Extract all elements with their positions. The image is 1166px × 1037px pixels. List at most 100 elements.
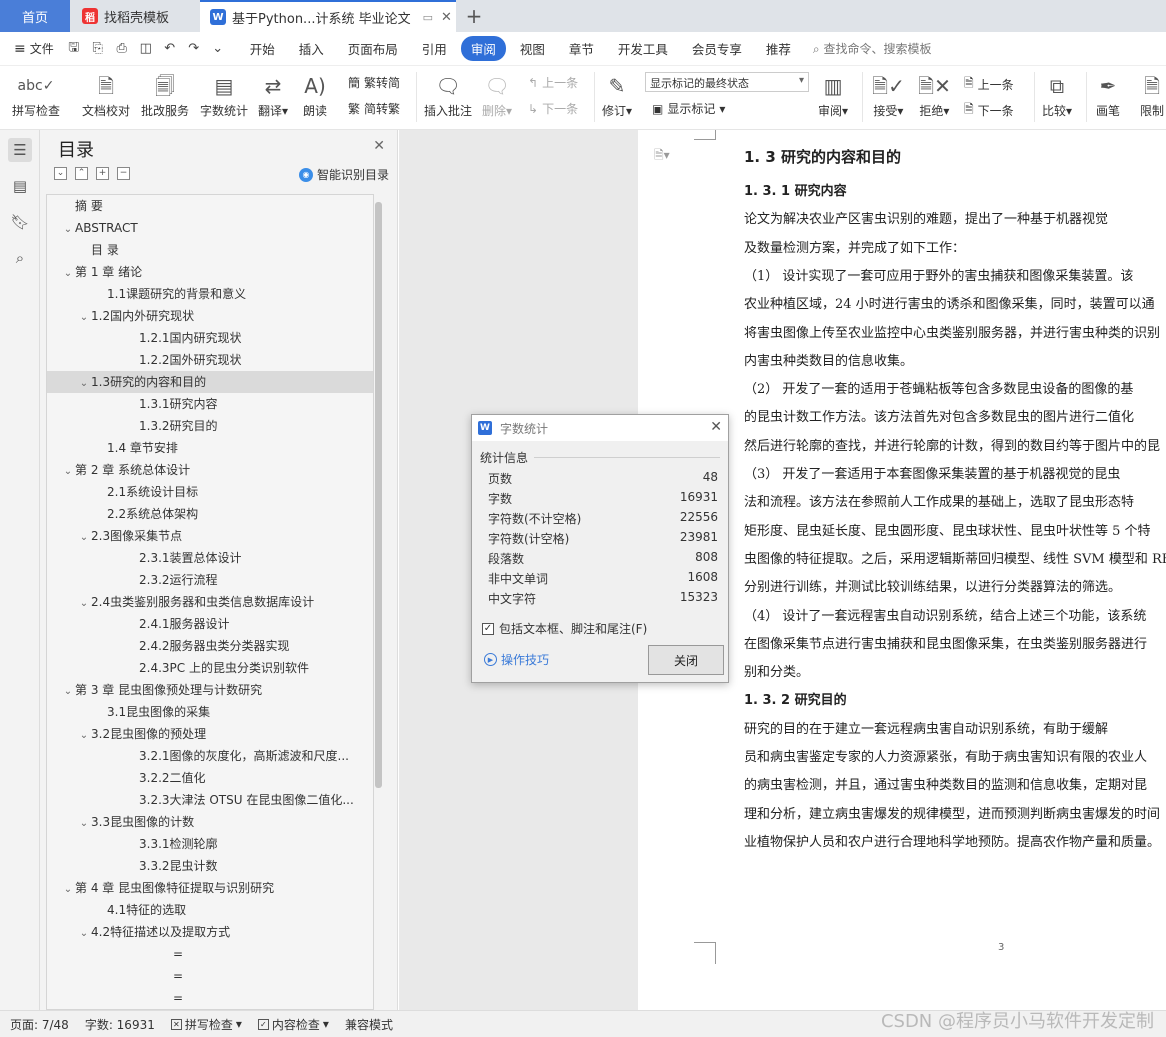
review-pane-button[interactable]: ▥ 审阅▾ [818,70,848,119]
toc-item[interactable]: 2.4.2服务器虫类分类器实现 [47,635,373,657]
chevron-down-icon[interactable]: ⌄ [61,219,75,239]
toc-item[interactable]: = [47,987,373,1009]
menu-5[interactable]: 视图 [510,36,555,61]
menu-4[interactable]: 审阅 [460,36,506,61]
toc-item[interactable]: ⌄ ABSTRACT [47,217,373,239]
preview-icon[interactable]: ◫ [138,41,154,57]
read-aloud-button[interactable]: A) 朗读 [303,70,327,119]
toc-item[interactable]: ⌄ 第 2 章 系统总体设计 [47,459,373,481]
toc-item[interactable]: = [47,943,373,965]
toc-item[interactable]: 3.2.2二值化 [47,767,373,789]
search-icon[interactable]: ⌕ [8,246,32,270]
remove-heading-icon[interactable]: − [117,167,130,180]
toc-item[interactable]: ⌄ 第 4 章 昆虫图像特征提取与识别研究 [47,877,373,899]
chevron-down-icon[interactable]: ⌄ [61,681,75,701]
new-tab-button[interactable]: + [462,0,486,32]
toc-panel-icon[interactable]: ☰ [8,138,32,162]
menu-9[interactable]: 推荐 [756,36,801,61]
collapse-all-icon[interactable]: ⌃ [75,167,88,180]
print-icon[interactable]: ⎙ [114,41,130,57]
search-command-input[interactable]: ⌕ 查找命令、搜索模板 [813,40,932,57]
chevron-down-icon[interactable]: ⌄ [77,373,91,393]
compare-button[interactable]: ⧉ 比较▾ [1042,70,1072,119]
save-icon[interactable]: 🖫 [66,40,82,57]
simp-to-trad-button[interactable]: 繁简转繁 [348,100,400,117]
tab-document[interactable]: W 基于Python...计系统 毕业论文 ▭ ✕ [200,0,456,32]
chevron-down-icon[interactable]: ⌄ [77,307,91,327]
next-change-button[interactable]: 🗎 下一条 [964,100,1014,121]
more-icon[interactable]: ⌄ [210,41,226,57]
expand-all-icon[interactable]: ⌄ [54,167,67,180]
bookmark-icon[interactable]: 🔖︎ [8,210,32,234]
chevron-down-icon[interactable]: ⌄ [77,725,91,745]
close-button[interactable]: 关闭 [648,645,724,675]
toc-item[interactable]: 摘 要 [47,195,373,217]
menu-8[interactable]: 会员专享 [682,36,752,61]
tab-close-icon[interactable]: ✕ [441,10,452,25]
menu-1[interactable]: 插入 [289,36,334,61]
prev-comment-button[interactable]: ↰ 上一条 [528,74,578,91]
accept-button[interactable]: 🗎✓ 接受▾ [872,70,905,119]
toc-item[interactable]: ⌄ 2.3图像采集节点 [47,525,373,547]
chapter-nav-icon[interactable]: ▤ [8,174,32,198]
chevron-down-icon[interactable]: ⌄ [77,813,91,833]
include-textbox-checkbox[interactable]: ✓ 包括文本框、脚注和尾注(F) [482,620,647,637]
spell-check-button[interactable]: abc✓ 拼写检查 [12,70,60,119]
file-menu[interactable]: ≡ 文件 [14,40,54,57]
toc-item[interactable]: ⌄ 2.4虫类鉴别服务器和虫类信息数据库设计 [47,591,373,613]
toc-item[interactable]: 1.2.2国外研究现状 [47,349,373,371]
toc-item[interactable]: 3.1昆虫图像的采集 [47,701,373,723]
chevron-down-icon[interactable]: ⌄ [61,263,75,283]
redo-icon[interactable]: ↷ [186,41,202,57]
toc-item[interactable]: 1.4 章节安排 [47,437,373,459]
menu-2[interactable]: 页面布局 [338,36,408,61]
insert-comment-button[interactable]: 🗨 插入批注 [424,70,472,119]
tab-home[interactable]: 首页 [0,0,70,32]
trad-to-simp-button[interactable]: 簡繁转简 [348,74,400,91]
doc-options-icon[interactable]: 🗎▾ [654,146,670,167]
toc-item[interactable]: 3.3.1检测轮廓 [47,833,373,855]
toc-item[interactable]: ⌄ 第 3 章 昆虫图像预处理与计数研究 [47,679,373,701]
undo-icon[interactable]: ↶ [162,41,178,57]
toc-item[interactable]: 4.1特征的选取 [47,899,373,921]
toc-item[interactable]: 2.4.3PC 上的昆虫分类识别软件 [47,657,373,679]
toc-item[interactable]: 2.1系统设计目标 [47,481,373,503]
toc-item[interactable]: 2.4.1服务器设计 [47,613,373,635]
next-comment-button[interactable]: ↳ 下一条 [528,100,578,117]
toc-item[interactable]: 2.3.2运行流程 [47,569,373,591]
toc-item[interactable]: 2.3.1装置总体设计 [47,547,373,569]
draw-button[interactable]: ✒ 画笔 [1096,70,1120,119]
show-markup-button[interactable]: ▣ 显示标记 ▾ [652,100,725,117]
export-icon[interactable]: ⎘ [90,41,106,57]
toc-item[interactable]: ⌄ 1.3研究的内容和目的 [47,371,373,393]
menu-7[interactable]: 开发工具 [608,36,678,61]
toc-item[interactable]: ⌄ 4.2特征描述以及提取方式 [47,921,373,943]
toc-item[interactable]: ⌄ 1.2国内外研究现状 [47,305,373,327]
close-icon[interactable]: ✕ [373,138,385,154]
menu-3[interactable]: 引用 [412,36,457,61]
menu-6[interactable]: 章节 [559,36,604,61]
toc-item[interactable]: 目 录 [47,239,373,261]
delete-comment-button[interactable]: 🗨 删除▾ [482,70,512,119]
word-count-indicator[interactable]: 字数: 16931 [85,1016,155,1033]
doc-proof-button[interactable]: 🗎 文档校对 [82,70,130,119]
word-count-button[interactable]: ▤ 字数统计 [200,70,248,119]
page-indicator[interactable]: 页面: 7/48 [10,1016,69,1033]
tab-pin-icon[interactable]: ▭ [423,11,433,24]
toc-item[interactable]: 1.1课题研究的背景和意义 [47,283,373,305]
chevron-down-icon[interactable]: ⌄ [77,593,91,613]
toc-item[interactable]: ⌄ 3.2昆虫图像的预处理 [47,723,373,745]
toc-item[interactable]: ⌄ 第 1 章 绪论 [47,261,373,283]
tab-template[interactable]: 稻找稻壳模板 [72,0,200,32]
close-icon[interactable]: ✕ [710,419,722,435]
toc-item[interactable]: ⌄ 3.3昆虫图像的计数 [47,811,373,833]
smart-toc-button[interactable]: ◉ 智能识别目录 [298,166,389,183]
prev-change-button[interactable]: 🗎 上一条 [964,74,1014,95]
menu-0[interactable]: 开始 [240,36,285,61]
toc-item[interactable]: 3.2.1图像的灰度化，高斯滤波和尺度... [47,745,373,767]
restrict-button[interactable]: 🗎 限制 [1140,70,1164,119]
chevron-down-icon[interactable]: ⌄ [61,461,75,481]
add-heading-icon[interactable]: + [96,167,109,180]
reject-button[interactable]: 🗎✕ 拒绝▾ [918,70,951,119]
tips-link[interactable]: ▶ 操作技巧 [484,651,549,668]
